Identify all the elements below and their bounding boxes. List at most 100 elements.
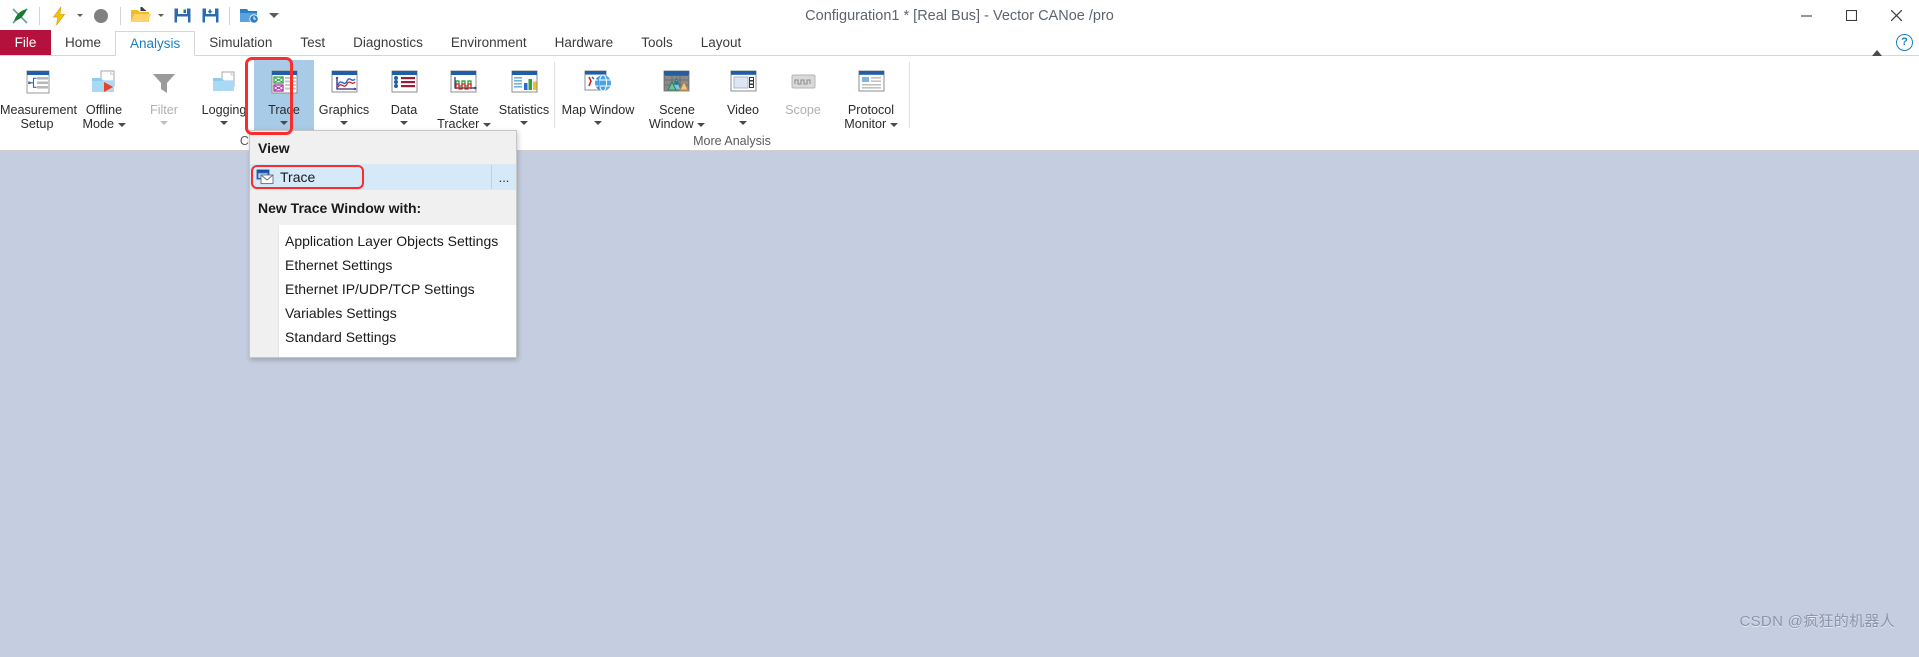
ribbon-group-separator-2 [909, 62, 910, 128]
trace-icon [268, 66, 300, 100]
tab-test[interactable]: Test [286, 30, 339, 55]
split-caret-icon[interactable] [520, 118, 528, 128]
tab-layout[interactable]: Layout [687, 30, 756, 55]
ribbon-button-state-tracker[interactable]: State Tracker [434, 60, 494, 131]
graphics-icon [327, 66, 361, 100]
collapse-ribbon-icon[interactable] [1872, 33, 1882, 56]
qat-separator-1 [39, 6, 40, 25]
data-icon [387, 66, 421, 100]
lightning-dropdown-caret-icon[interactable] [73, 3, 87, 29]
logging-icon [207, 66, 241, 100]
ribbon-tab-bar-actions: ? [1872, 33, 1913, 56]
statistics-icon [507, 66, 541, 100]
ribbon-button-label: Offline Mode [82, 103, 126, 131]
dropdown-settings-list: Application Layer Objects Settings Ether… [251, 225, 516, 357]
trace-dropdown-menu: View Trace ... New Trace Window with: Ap… [249, 130, 517, 358]
title-bar: Configuration1 * [Real Bus] - Vector CAN… [0, 0, 1919, 31]
ribbon-tab-bar: File Home Analysis Simulation Test Diagn… [0, 30, 1919, 56]
qat-separator-3 [229, 6, 230, 25]
dropdown-item-label: Trace [280, 169, 316, 185]
dropdown-item-application-layer-objects-settings[interactable]: Application Layer Objects Settings [279, 229, 516, 253]
ribbon-button-label: State Tracker [437, 103, 491, 131]
canoe-application-window: Configuration1 * [Real Bus] - Vector CAN… [0, 0, 1919, 657]
map-window-icon [580, 66, 616, 100]
ribbon-group-title-more-analysis: More Analysis [693, 134, 771, 148]
split-caret-icon[interactable] [160, 118, 168, 128]
ribbon-button-label: Filter [150, 103, 178, 117]
split-caret-icon[interactable] [220, 118, 228, 128]
ribbon-button-scene-window[interactable]: Scene Window [641, 60, 713, 131]
tab-simulation[interactable]: Simulation [195, 30, 286, 55]
ribbon-button-label: Video [727, 103, 759, 117]
dropdown-header-view: View [258, 140, 290, 156]
vector-logo-icon[interactable] [6, 3, 34, 29]
dropdown-overflow-button[interactable]: ... [491, 165, 516, 189]
minimize-button[interactable] [1784, 0, 1829, 31]
offline-mode-icon [87, 66, 121, 100]
dropdown-item-standard-settings[interactable]: Standard Settings [279, 325, 516, 349]
dropdown-gutter [251, 225, 279, 357]
ribbon-button-video[interactable]: Video [713, 60, 773, 130]
watermark-text: CSDN @疯狂的机器人 [1739, 613, 1895, 630]
ribbon-button-label: Protocol Monitor [844, 103, 898, 131]
video-icon [726, 66, 760, 100]
state-tracker-icon [446, 66, 482, 100]
quick-access-toolbar [0, 0, 285, 31]
tab-diagnostics[interactable]: Diagnostics [339, 30, 437, 55]
tab-home[interactable]: Home [51, 30, 115, 55]
dropdown-item-ethernet-ip-udp-tcp-settings[interactable]: Ethernet IP/UDP/TCP Settings [279, 277, 516, 301]
trace-window-icon [250, 169, 280, 185]
ribbon-button-label: Data [390, 103, 418, 117]
dropdown-item-variables-settings[interactable]: Variables Settings [279, 301, 516, 325]
tab-file[interactable]: File [0, 30, 51, 55]
record-icon[interactable] [87, 3, 115, 29]
dropdown-item-trace[interactable]: Trace ... [250, 164, 516, 190]
dropdown-item-ethernet-settings[interactable]: Ethernet Settings [279, 253, 516, 277]
ribbon-button-label: Trace [268, 103, 300, 117]
tab-hardware[interactable]: Hardware [541, 30, 628, 55]
ribbon-button-measurement-setup[interactable]: Measurement Setup [0, 60, 77, 131]
open-dropdown-caret-icon[interactable] [154, 3, 168, 29]
lightning-icon[interactable] [45, 3, 73, 29]
save-icon[interactable] [168, 3, 196, 29]
tab-environment[interactable]: Environment [437, 30, 541, 55]
open-folder-icon[interactable] [126, 3, 154, 29]
ribbon-button-trace[interactable]: Trace [254, 60, 314, 130]
ribbon-button-logging[interactable]: Logging [194, 60, 254, 130]
ribbon-button-label: Map Window [561, 103, 635, 117]
ribbon-button-label: Scope [785, 103, 821, 117]
ribbon-button-filter[interactable]: Filter [134, 60, 194, 130]
scope-icon [786, 66, 820, 100]
filter-icon [149, 66, 179, 100]
ribbon-button-label: Logging [201, 103, 247, 117]
folder-time-icon[interactable] [235, 3, 263, 29]
ribbon-button-statistics[interactable]: Statistics [494, 60, 554, 130]
ribbon-button-data[interactable]: Data [374, 60, 434, 130]
maximize-button[interactable] [1829, 0, 1874, 31]
split-caret-icon[interactable] [340, 118, 348, 128]
split-caret-icon[interactable] [280, 118, 288, 128]
scene-window-icon [659, 66, 695, 100]
customize-qat-icon[interactable] [263, 3, 285, 29]
ribbon-button-offline-mode[interactable]: Offline Mode [74, 60, 134, 131]
ribbon-button-label: Statistics [498, 103, 550, 117]
save-as-icon[interactable] [196, 3, 224, 29]
ribbon-button-graphics[interactable]: Graphics [314, 60, 374, 130]
window-title: Configuration1 * [Real Bus] - Vector CAN… [805, 7, 1114, 24]
ribbon-button-map-window[interactable]: Map Window [555, 60, 641, 130]
close-button[interactable] [1874, 0, 1919, 31]
protocol-monitor-icon [854, 66, 888, 100]
help-icon[interactable]: ? [1896, 33, 1913, 51]
window-controls [1784, 0, 1919, 31]
tab-tools[interactable]: Tools [627, 30, 687, 55]
split-caret-icon[interactable] [400, 118, 408, 128]
split-caret-icon[interactable] [739, 118, 747, 128]
split-caret-icon[interactable] [594, 118, 602, 128]
dropdown-section-header: New Trace Window with: [258, 200, 422, 216]
tab-analysis[interactable]: Analysis [115, 31, 196, 56]
qat-separator-2 [120, 6, 121, 25]
ribbon-button-scope[interactable]: Scope [773, 60, 833, 130]
ribbon-button-protocol-monitor[interactable]: Protocol Monitor [833, 60, 909, 131]
ribbon-group-more-analysis: Map Window Scene Window Video Scope Prot… [555, 56, 909, 151]
ribbon-button-label: Graphics [318, 103, 370, 117]
